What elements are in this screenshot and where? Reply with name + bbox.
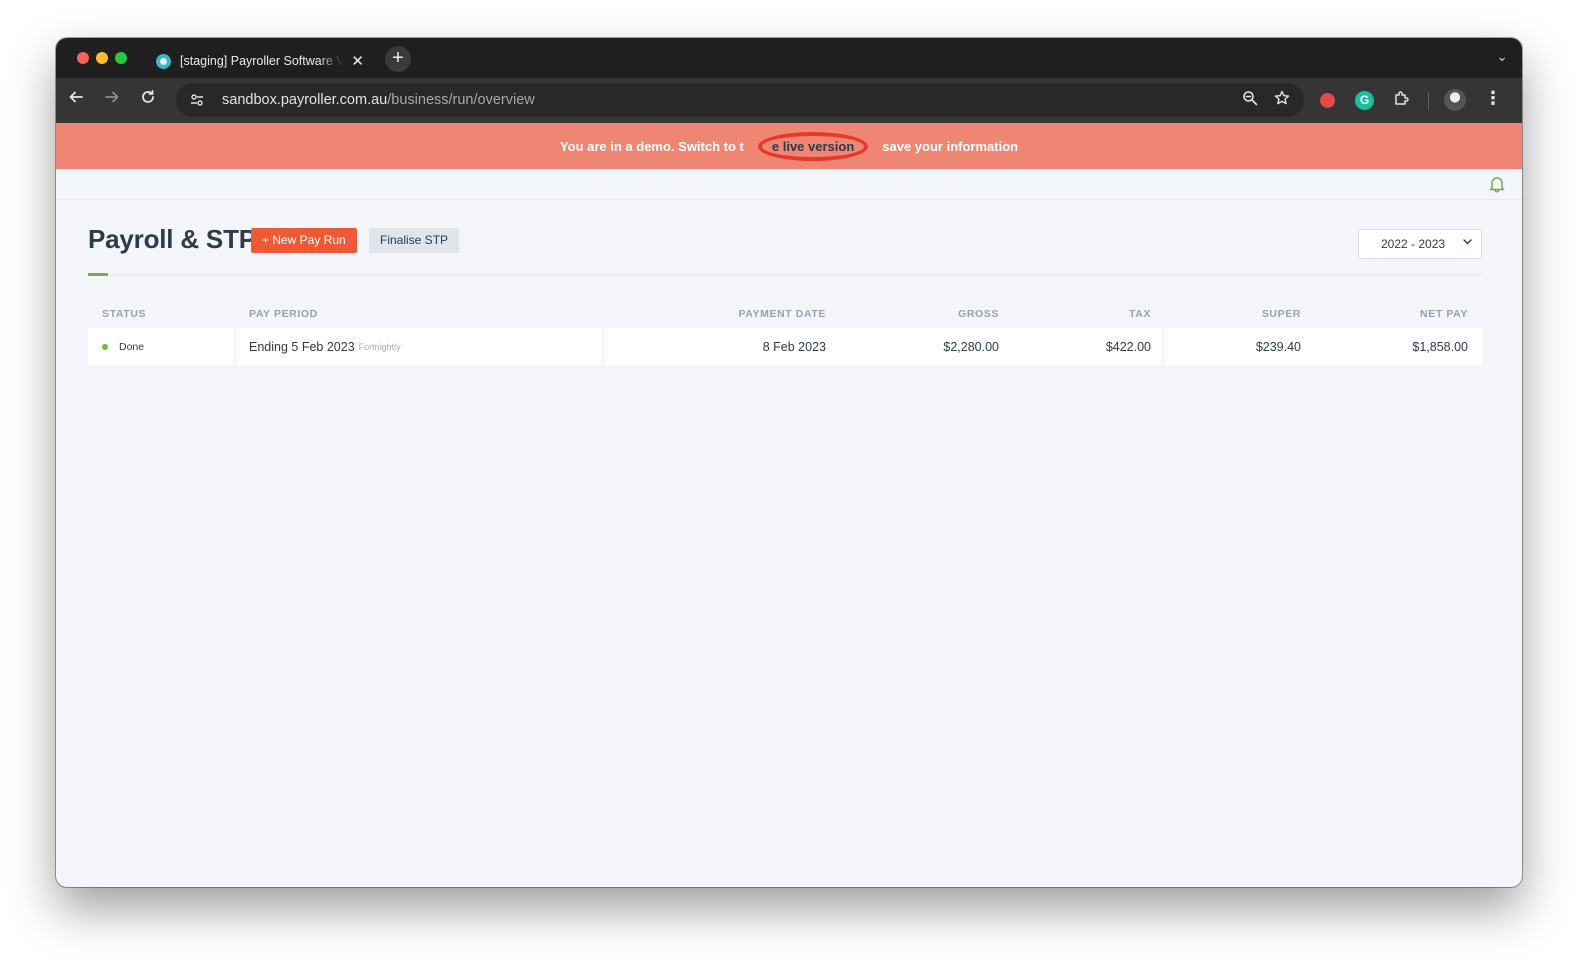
header-divider [88, 274, 1482, 275]
page-title: Payroll & STP [88, 224, 256, 254]
back-arrow-icon[interactable] [64, 88, 88, 112]
browser-toolbar: sandbox.payroller.com.au/business/run/ov… [56, 78, 1522, 123]
cell-separator [1163, 328, 1164, 365]
status-done-dot-icon [102, 343, 108, 350]
banner-text-after: save your information [882, 138, 1019, 154]
chevron-down-icon [1462, 236, 1473, 250]
forward-arrow-icon[interactable] [100, 88, 124, 112]
bookmark-star-icon[interactable] [1274, 90, 1290, 111]
live-version-link[interactable]: e live version [757, 131, 869, 161]
tab-title: [staging] Payroller Software V [180, 54, 344, 68]
new-tab-button[interactable]: + [385, 46, 411, 72]
maximize-window-button[interactable] [115, 52, 127, 64]
tab-close-icon[interactable]: ✕ [351, 52, 364, 70]
cell-separator [603, 328, 604, 365]
site-settings-icon[interactable] [186, 89, 208, 111]
table-row[interactable]: Done Ending 5 Feb 2023 Fortnightly 8 Feb… [88, 328, 1482, 365]
url-host: sandbox.payroller.com.au [222, 92, 388, 108]
banner-text-before: You are in a demo. Switch to t [559, 138, 744, 154]
cell-separator [235, 328, 236, 365]
app-topbar [56, 169, 1522, 200]
year-select-value: 2022 - 2023 [1381, 237, 1446, 251]
minimize-window-button[interactable] [96, 52, 108, 64]
browser-menu-icon[interactable]: ⋮ [1484, 88, 1502, 109]
address-bar[interactable]: sandbox.payroller.com.au/business/run/ov… [176, 83, 1304, 117]
tab-search-icon[interactable]: ⌄ [1496, 48, 1508, 65]
notification-bell-icon[interactable] [1488, 175, 1506, 193]
col-pay-period: PAY PERIOD [249, 308, 318, 320]
tax-cell: $422.00 [1105, 339, 1151, 354]
toolbar-divider [1428, 92, 1429, 110]
tab-strip: [staging] Payroller Software V ✕ + ⌄ [56, 38, 1522, 78]
col-super: SUPER [1261, 308, 1301, 320]
col-gross: GROSS [958, 308, 999, 320]
zoom-icon[interactable] [1242, 90, 1258, 110]
pay-period-text: Ending 5 Feb 2023 [249, 339, 355, 354]
table-header: STATUS PAY PERIOD PAYMENT DATE GROSS TAX… [88, 302, 1482, 328]
payroller-favicon-icon [156, 53, 171, 69]
extension-red-icon[interactable] [1320, 93, 1335, 108]
col-net-pay: NET PAY [1420, 308, 1468, 320]
super-cell: $239.40 [1255, 339, 1301, 354]
financial-year-select[interactable]: 2022 - 2023 [1358, 229, 1482, 259]
demo-banner: You are in a demo. Switch to t e live ve… [56, 123, 1522, 169]
pay-period-cell: Ending 5 Feb 2023 Fortnightly [249, 328, 401, 365]
header-accent-bar [88, 273, 108, 276]
profile-avatar[interactable] [1444, 89, 1466, 111]
browser-window: [staging] Payroller Software V ✕ + ⌄ san… [56, 38, 1522, 887]
finalise-stp-button[interactable]: Finalise STP [369, 228, 460, 253]
new-pay-run-button[interactable]: + New Pay Run [251, 228, 357, 253]
col-payment-date: PAYMENT DATE [738, 308, 826, 320]
browser-tab[interactable]: [staging] Payroller Software V ✕ [144, 44, 376, 78]
grammarly-extension-icon[interactable]: G [1355, 91, 1374, 110]
status-cell: Done [102, 328, 144, 365]
pay-runs-table: STATUS PAY PERIOD PAYMENT DATE GROSS TAX… [88, 302, 1482, 365]
gross-cell: $2,280.00 [943, 339, 999, 354]
payment-date-cell: 8 Feb 2023 [762, 339, 826, 354]
close-window-button[interactable] [77, 52, 89, 64]
url-path: /business/run/overview [387, 92, 535, 108]
status-text: Done [119, 340, 145, 353]
extensions-puzzle-icon[interactable] [1393, 89, 1412, 108]
col-status: STATUS [102, 308, 147, 320]
url-text: sandbox.payroller.com.au/business/run/ov… [222, 92, 535, 108]
reload-icon[interactable] [136, 88, 160, 112]
net-pay-cell: $1,858.00 [1412, 339, 1468, 354]
pay-frequency-text: Fortnightly [358, 341, 401, 352]
col-tax: TAX [1128, 308, 1151, 320]
